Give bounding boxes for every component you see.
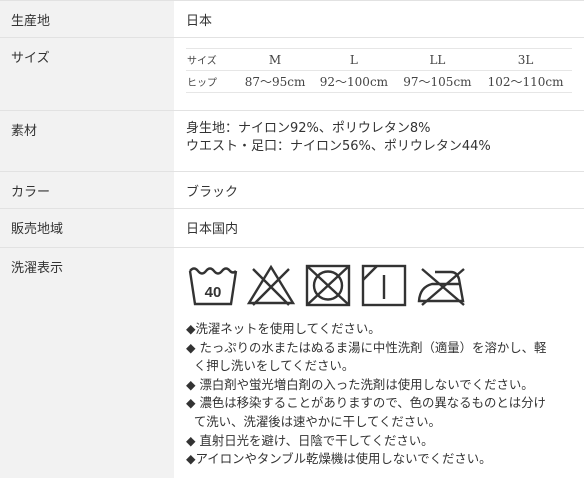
size-chart-size: LL: [395, 48, 480, 71]
spec-row-color: カラー ブラック: [0, 172, 584, 209]
care-note: ◆洗濯ネットを使用してください。: [186, 321, 381, 336]
care-note: く押し洗いをしてください。: [186, 358, 355, 374]
material-line: ウエスト・足口：ナイロン56%、ポリウレタン44%: [186, 139, 491, 154]
no-iron-icon: [417, 268, 465, 306]
size-chart-size: L: [312, 48, 396, 71]
care-notes: ◆洗濯ネットを使用してください。 ◆ たっぷりの水またはぬるま湯に中性洗剤（適量…: [186, 320, 584, 469]
color-value: ブラック: [186, 185, 239, 200]
size-chart-header-label: サイズ: [186, 48, 238, 71]
wash-temp-text: 40: [205, 284, 222, 301]
size-chart-hip-value: 92～100cm: [312, 70, 396, 93]
origin-value: 日本: [186, 14, 213, 29]
care-note: ◆アイロンやタンブル乾燥機は使用しないでください。: [186, 451, 492, 467]
care-note: ◆ たっぷりの水またはぬるま湯に中性洗剤（適量）を溶かし、軽: [186, 339, 547, 355]
care-note: ◆ 直射日光を避け、日陰で干してください。: [186, 432, 434, 448]
material-label: 素材: [0, 111, 174, 171]
care-note: て洗い、洗濯後は速やかに干してください。: [186, 413, 441, 429]
sales-area-value: 日本国内: [186, 222, 239, 237]
size-chart-hip-value: 97～105cm: [395, 70, 480, 93]
size-chart-hip-value: 87～95cm: [238, 70, 313, 93]
care-icons: 40: [187, 263, 584, 307]
color-label: カラー: [0, 172, 174, 208]
size-chart-hip-value: 102～110cm: [479, 70, 572, 93]
size-label: サイズ: [0, 38, 174, 110]
size-chart-hip-row: ヒップ 87～95cm 92～100cm 97～105cm 102～110cm: [186, 70, 572, 93]
care-note: ◆ 濃色は移染することがありますので、色の異なるものとは分け: [186, 395, 546, 411]
material-line: 身生地：ナイロン92%、ポリウレタン8%: [186, 121, 431, 136]
care-value: 40 ◆洗濯ネットを使用してください。 ◆ たっぷりの水またはぬるま湯に中性洗剤…: [174, 248, 584, 478]
size-chart-table: サイズ M L LL 3L ヒップ 87～95cm 92～100cm 97～10…: [186, 48, 572, 93]
size-chart-size: 3L: [479, 48, 572, 71]
drip-dry-shade-icon: [361, 264, 407, 307]
spec-row-sales-area: 販売地域 日本国内: [0, 209, 584, 248]
spec-row-care: 洗濯表示 40 ◆洗濯ネットを使用してください。 ◆ たっぷりの水またはぬるま湯…: [0, 248, 584, 478]
size-chart-header-row: サイズ M L LL 3L: [186, 48, 572, 71]
sales-area-label: 販売地域: [0, 209, 174, 247]
spec-row-material: 素材 身生地：ナイロン92%、ポリウレタン8% ウエスト・足口：ナイロン56%、…: [0, 111, 584, 172]
product-spec-table: 生産地 日本 サイズ サイズ M L LL 3L ヒップ 87～95cm 92～…: [0, 0, 584, 478]
size-value: サイズ M L LL 3L ヒップ 87～95cm 92～100cm 97～10…: [174, 38, 584, 110]
no-bleach-icon: [246, 264, 296, 306]
care-label: 洗濯表示: [0, 248, 174, 478]
wash-40-icon: 40: [188, 267, 238, 306]
spec-row-origin: 生産地 日本: [0, 1, 584, 38]
origin-label: 生産地: [0, 1, 174, 37]
material-value: 身生地：ナイロン92%、ポリウレタン8% ウエスト・足口：ナイロン56%、ポリウ…: [174, 111, 584, 171]
size-chart-hip-label: ヒップ: [186, 70, 238, 93]
care-note: ◆ 漂白剤や蛍光増白剤の入った洗剤は使用しないでください。: [186, 376, 534, 392]
spec-row-size: サイズ サイズ M L LL 3L ヒップ 87～95cm 92～100cm 9…: [0, 38, 584, 111]
size-chart-size: M: [238, 48, 313, 71]
no-tumble-dry-icon: [305, 264, 351, 307]
